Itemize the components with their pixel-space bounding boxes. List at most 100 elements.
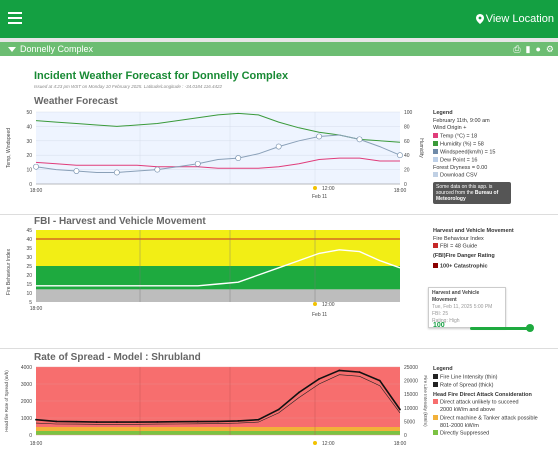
- weather-legend: Legend February 11th, 9:00 am Wind Origi…: [433, 110, 495, 180]
- legend-dew-point[interactable]: Dew Point = 16: [433, 156, 495, 165]
- gear-icon[interactable]: ⚙: [546, 44, 554, 54]
- wind-origin-marker: [73, 168, 80, 174]
- weather-legend-title: Legend: [433, 110, 453, 116]
- print-icon[interactable]: ⎙: [513, 44, 520, 54]
- fbi-ytick: 15: [26, 282, 32, 288]
- ros-noon-marker: [313, 441, 317, 445]
- fbi-legend-sub: Fire Behaviour Index: [433, 235, 484, 242]
- ros-chart: 4000300020001000025000200001500010000500…: [4, 365, 428, 447]
- ros-point: [196, 420, 199, 423]
- fbi-rating-title: (FBI)Fire Danger Rating: [433, 253, 495, 259]
- ros-point: [136, 421, 139, 423]
- machine-swatch: [433, 414, 438, 420]
- ros-band-machine: [36, 427, 400, 431]
- fbi-ytick: 30: [26, 255, 32, 261]
- ros-d3: Directly Suppressed: [433, 430, 538, 438]
- view-location-button[interactable]: View Location: [475, 13, 554, 25]
- ros-band-suppressed: [36, 431, 400, 435]
- ros-xtick-2: 18:00: [394, 441, 407, 447]
- temp-swatch: [433, 132, 438, 138]
- fire-icon[interactable]: ●: [535, 44, 540, 54]
- ros-ytick-left: 1000: [21, 416, 32, 422]
- legend-humidity[interactable]: Humidity (%) = 58: [433, 140, 495, 149]
- ros-ytick-right: 25000: [404, 365, 418, 371]
- wind-origin-marker: [356, 136, 363, 143]
- weather-ylabel-right: Humidity: [418, 138, 424, 158]
- wind-origin-marker: [397, 152, 403, 159]
- ros-ytick-left: 0: [29, 433, 32, 439]
- complex-header[interactable]: Donnelly Complex ⎙ ▮ ● ⚙: [0, 42, 558, 56]
- legend-windspeed[interactable]: Windspeed(km/h) = 15: [433, 148, 495, 157]
- section-divider-2: [0, 348, 558, 349]
- ros-xtick-1: 12:00: [322, 441, 335, 447]
- collapse-caret-icon[interactable]: [8, 47, 16, 52]
- ros-d1b: 2000 kW/m and above: [440, 407, 496, 413]
- weather-ytick-left: 50: [26, 110, 32, 116]
- fbi-slider-track[interactable]: [470, 327, 530, 330]
- ros-ylabel-left: Head fire Rate of Spread (m/h): [4, 370, 9, 432]
- wind-origin-marker: [316, 133, 323, 140]
- download-csv-link[interactable]: Download CSV: [433, 172, 495, 180]
- ros-d2: Direct machine & Tanker attack possible: [433, 414, 538, 423]
- ros-legend-h2: Head Fire Direct Attack Consideration: [433, 391, 532, 398]
- fbi-ytick: 35: [26, 246, 32, 252]
- weather-xtick-2: 18:00: [394, 188, 407, 194]
- ros-ytick-left: 2000: [21, 399, 32, 405]
- fbi-guide-item[interactable]: FBI = 48 Guide: [433, 243, 514, 251]
- ros-legend-fli[interactable]: Fire Line Intensity (thin): [433, 373, 538, 382]
- tooltip-date: Tue, Feb 11, 2025 5:00 PM: [432, 304, 493, 310]
- weather-ytick-left: 40: [26, 124, 32, 130]
- ros-point: [338, 369, 341, 372]
- ros-point: [257, 418, 260, 421]
- wind-swatch: [433, 148, 438, 154]
- legend-forest-dryness: Forest Dryness = 0.00: [433, 164, 488, 171]
- ros-ytick-right: 0: [404, 433, 407, 439]
- ros-ytick-right: 10000: [404, 406, 418, 412]
- tooltip-title: Harvest and Vehicle Movement: [432, 290, 480, 303]
- wind-origin-marker: [113, 169, 120, 176]
- wind-origin-marker: [194, 160, 201, 167]
- fbi-xsub: Feb 11: [312, 312, 327, 318]
- fbi-band-moderate: [36, 289, 400, 302]
- fbi-legend: Harvest and Vehicle Movement Fire Behavi…: [433, 228, 514, 271]
- wind-origin-marker: [235, 155, 242, 161]
- weather-chart: 50 10040 8030 6020 4010 200 0 Temp, Windspeed …: [6, 110, 424, 200]
- fbi-band-extreme: [36, 230, 400, 266]
- forecast-title: Incident Weather Forecast for Donnelly C…: [34, 70, 289, 82]
- tooltip-fbi: FBI: 25: [432, 311, 449, 317]
- ros-point: [95, 421, 98, 423]
- fbi-chart: 45403530252015105 Fire Behaviour Index 1…: [6, 228, 401, 318]
- fbi-noon-marker: [313, 302, 317, 306]
- weather-xtick-1: 12:00: [322, 186, 335, 192]
- view-location-label: View Location: [485, 13, 554, 25]
- ros-point: [217, 420, 219, 423]
- fbi-xtick-0: 18:00: [30, 306, 43, 312]
- ros-ylabel-right: Fire Line Intensity (kW/m): [423, 375, 428, 427]
- fbi-slider-value: 100: [433, 322, 445, 329]
- weather-title: Weather Forecast: [34, 96, 118, 107]
- wind-origin-marker: [275, 143, 282, 150]
- legend-temp[interactable]: Temp (°C) = 18: [433, 132, 495, 141]
- book-icon[interactable]: ▮: [526, 44, 531, 54]
- fbi-legend-title: Harvest and Vehicle Movement: [433, 228, 514, 234]
- ros-legend-title: Legend: [433, 366, 453, 372]
- fbi-ytick: 40: [26, 237, 32, 243]
- unlikely-swatch: [433, 399, 438, 404]
- weather-ylabel-left: Temp, Windspeed: [6, 128, 12, 168]
- download-icon: [433, 172, 438, 177]
- ros-legend-ros[interactable]: Rate of Spread (thick): [433, 381, 538, 390]
- fbi-xtick-1: 12:00: [322, 302, 335, 308]
- ros-point: [378, 379, 381, 382]
- ros-point: [156, 421, 159, 423]
- wind-origin-marker: [33, 163, 39, 170]
- fbi-slider-handle[interactable]: [526, 324, 534, 332]
- weather-ytick-right: 60: [404, 139, 410, 145]
- ros-point: [297, 391, 300, 394]
- weather-legend-date: February 11th, 9:00 am: [433, 117, 490, 124]
- weather-ytick-right: 40: [404, 153, 410, 159]
- ros-ytick-right: 5000: [404, 419, 415, 425]
- suppressed-swatch: [433, 430, 438, 435]
- menu-icon[interactable]: [8, 12, 22, 24]
- ros-point: [115, 421, 118, 423]
- issued-text: Issued at 4:23 pm WST on Monday 10 Febru…: [34, 84, 223, 89]
